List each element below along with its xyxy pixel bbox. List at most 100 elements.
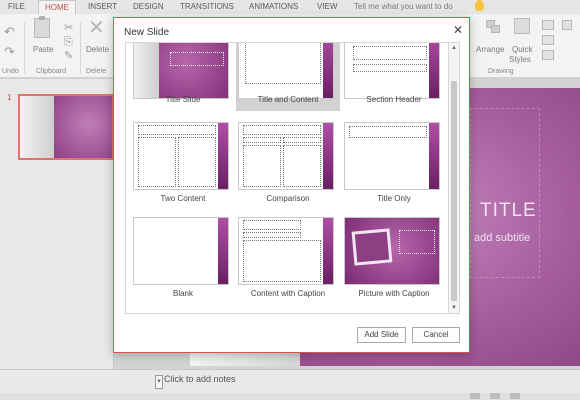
layout-title-and-content[interactable]: Title and Content: [236, 43, 340, 111]
close-icon[interactable]: ✕: [451, 23, 465, 37]
preview-purple-strip: [323, 43, 333, 98]
ribbon-separator: [80, 22, 81, 74]
tab-design[interactable]: DESIGN: [133, 2, 164, 11]
layout-preview: [133, 122, 229, 190]
layout-label: Picture with Caption: [358, 289, 430, 298]
ribbon-tab-bar: FILE HOME INSERT DESIGN TRANSITIONS ANIM…: [0, 0, 580, 14]
preview-text-box: [353, 64, 427, 72]
slide-title[interactable]: TITLE: [480, 200, 537, 222]
layout-preview: [238, 217, 334, 285]
tab-insert[interactable]: INSERT: [88, 2, 117, 11]
layout-preview: [238, 43, 334, 99]
tab-view[interactable]: VIEW: [317, 2, 337, 11]
layout-title-slide[interactable]: Title Slide: [131, 43, 235, 111]
quick-styles-button-line2[interactable]: Styles: [509, 55, 531, 64]
paste-icon[interactable]: [34, 16, 50, 38]
layout-picture-with-caption[interactable]: Picture with Caption: [342, 217, 446, 298]
layout-title-only[interactable]: Title Only: [342, 122, 446, 203]
preview-purple-strip: [429, 123, 439, 189]
preview-right-box: [178, 137, 216, 187]
preview-right-heading: [283, 137, 321, 143]
tab-file[interactable]: FILE: [8, 2, 25, 11]
layout-content-with-caption[interactable]: Content with Caption: [236, 217, 340, 298]
quick-styles-button-line1[interactable]: Quick: [512, 45, 532, 54]
title-placeholder-frame[interactable]: [470, 108, 540, 278]
scroll-down-icon[interactable]: ▼: [449, 303, 459, 313]
preview-title-box: [138, 125, 216, 135]
layout-label: Title Only: [377, 194, 411, 203]
preview-title-box: [243, 125, 321, 135]
tab-transitions[interactable]: TRANSITIONS: [180, 2, 234, 11]
scrollbar-thumb[interactable]: [451, 81, 457, 301]
arrange-icon[interactable]: [486, 20, 502, 34]
scroll-up-icon[interactable]: ▲: [449, 43, 459, 53]
dialog-title: New Slide: [124, 27, 170, 38]
redo-icon[interactable]: ↷: [4, 44, 15, 60]
layout-gallery: Title Slide Title and Content Section He…: [125, 42, 449, 314]
layout-section-header[interactable]: Section Header: [342, 43, 446, 111]
preview-caption-box: [399, 230, 435, 254]
slide-number: 1: [7, 93, 12, 102]
slide-sorter-icon[interactable]: [490, 393, 500, 399]
gallery-scrollbar[interactable]: ▲ ▼: [449, 42, 460, 314]
preview-purple-strip: [218, 123, 228, 189]
layout-two-content[interactable]: Two Content: [131, 122, 235, 203]
delete-icon[interactable]: ✕: [88, 18, 105, 38]
layout-comparison[interactable]: Comparison: [236, 122, 340, 203]
notes-toggle-icon[interactable]: ▾: [155, 375, 163, 389]
format-painter-icon[interactable]: ✎: [64, 48, 73, 64]
layout-label: Comparison: [266, 194, 310, 203]
group-clipboard-label: Clipboard: [36, 68, 66, 75]
undo-icon[interactable]: ↶: [4, 24, 15, 40]
arrange-button[interactable]: Arrange: [476, 45, 504, 54]
layout-preview: [344, 122, 440, 190]
preview-title-box: [170, 52, 224, 66]
reading-view-icon[interactable]: [510, 393, 520, 399]
preview-left-box: [138, 137, 176, 187]
preview-left-heading: [243, 137, 281, 143]
slide-subtitle[interactable]: add subtitle: [474, 232, 530, 244]
layout-label: Content with Caption: [250, 289, 326, 298]
thumbnail-gray-panel: [20, 96, 54, 158]
preview-title-box: [349, 126, 427, 138]
slide-thumbnail[interactable]: [18, 94, 114, 160]
shape-effects-icon[interactable]: [542, 50, 554, 60]
preview-purple-strip: [429, 43, 439, 98]
layout-blank[interactable]: Blank: [131, 217, 235, 298]
preview-picture-frame: [351, 228, 393, 266]
group-slides-label: Delete: [86, 68, 107, 75]
preview-right-box: [283, 145, 321, 187]
ribbon-separator: [24, 22, 25, 74]
add-slide-button[interactable]: Add Slide: [357, 327, 406, 343]
preview-left-box: [243, 145, 281, 187]
new-slide-dialog: New Slide ✕ Title Slide Title and Conten…: [113, 17, 470, 353]
preview-gray-panel: [134, 43, 159, 98]
tab-home[interactable]: HOME: [38, 0, 76, 14]
normal-view-icon[interactable]: [470, 393, 480, 399]
delete-button[interactable]: Delete: [86, 45, 109, 54]
preview-title-box: [353, 46, 427, 60]
group-drawing-label: Drawing: [488, 68, 514, 75]
layout-label: Two Content: [160, 194, 206, 203]
notes-placeholder[interactable]: Click to add notes: [164, 374, 236, 384]
cancel-button[interactable]: Cancel: [412, 327, 460, 343]
lightbulb-icon: [475, 0, 484, 11]
shape-outline-icon[interactable]: [542, 35, 554, 45]
tab-animations[interactable]: ANIMATIONS: [249, 2, 298, 11]
layout-preview: [344, 217, 440, 285]
quick-styles-icon[interactable]: [514, 18, 530, 34]
preview-caption-text: [243, 232, 301, 238]
find-icon[interactable]: [562, 20, 572, 30]
layout-preview: [344, 43, 440, 99]
preview-content-box: [245, 43, 321, 84]
layout-preview: [133, 43, 229, 99]
layout-label: Title Slide: [165, 95, 201, 104]
layout-label: Section Header: [366, 95, 422, 104]
shape-fill-icon[interactable]: [542, 20, 554, 30]
preview-caption-title: [243, 220, 301, 230]
paste-button[interactable]: Paste: [33, 45, 53, 54]
layout-preview: [238, 122, 334, 190]
tell-me-input[interactable]: Tell me what you want to do: [354, 2, 453, 11]
layout-label: Blank: [172, 289, 193, 298]
group-undo-label: Undo: [2, 68, 19, 75]
